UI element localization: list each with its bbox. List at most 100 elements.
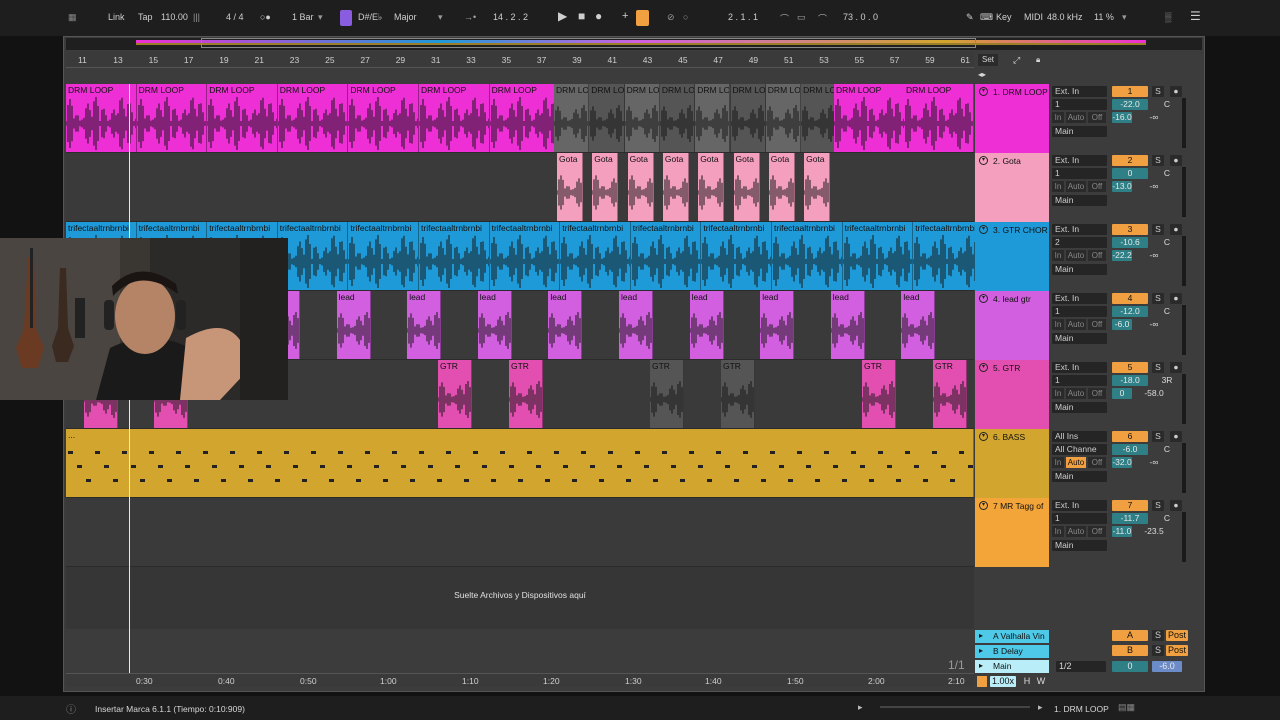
send-b-field[interactable]: -∞ bbox=[1140, 457, 1168, 468]
fold-icon[interactable]: ▾ bbox=[979, 432, 988, 441]
track-name[interactable]: 2. Gota bbox=[993, 156, 1021, 166]
audio-clip[interactable]: lead bbox=[548, 291, 583, 359]
solo-button[interactable]: S bbox=[1152, 155, 1164, 166]
audio-clip[interactable]: GTR bbox=[862, 360, 896, 428]
track-lane[interactable]: DRM LOOP DRM LOOP DRM LOOP DRM LOOP DRM LOOP… bbox=[66, 84, 974, 153]
cue-out-select[interactable]: 1/2 bbox=[1056, 661, 1106, 672]
track-name[interactable]: 3. GTR CHOR bbox=[993, 225, 1048, 235]
capture-icon[interactable]: ⊘ bbox=[667, 12, 675, 23]
audio-clip[interactable]: trifectaaltrnbrnbi bbox=[277, 222, 349, 290]
audio-clip[interactable]: GTR bbox=[721, 360, 755, 428]
monitor-in-button[interactable]: In bbox=[1052, 250, 1064, 261]
audio-clip[interactable]: DRM LOOP bbox=[348, 84, 419, 152]
input-type-select[interactable]: Ext. In bbox=[1052, 293, 1107, 304]
audio-clip[interactable]: DRM LOOP bbox=[904, 84, 974, 152]
arm-icon[interactable]: ● bbox=[1170, 155, 1182, 166]
audio-clip[interactable]: Gota bbox=[733, 153, 760, 221]
fold-icon[interactable]: ▾ bbox=[979, 294, 988, 303]
monitor-off-button[interactable]: Off bbox=[1088, 319, 1106, 330]
audio-clip[interactable]: lead bbox=[619, 291, 653, 359]
position-field[interactable]: 14 . 2 . 2 bbox=[493, 12, 528, 22]
pan-field[interactable]: C bbox=[1152, 99, 1182, 110]
punch-out-icon[interactable]: ⌒ bbox=[818, 12, 827, 25]
track-lane[interactable]: ... bbox=[66, 429, 974, 498]
zoom-field[interactable]: 1.00x bbox=[990, 676, 1016, 687]
input-type-select[interactable]: Ext. In bbox=[1052, 155, 1107, 166]
loop-length-field[interactable]: 73 . 0 . 0 bbox=[843, 12, 878, 22]
audio-clip[interactable]: DRM LOOP bbox=[66, 84, 137, 152]
audio-clip[interactable]: Gota bbox=[698, 153, 725, 221]
audio-clip[interactable]: trifectaaltrnbrnbi bbox=[348, 222, 419, 290]
volume-field[interactable]: -18.0 bbox=[1112, 375, 1148, 386]
return-track-header[interactable]: ▸ A Valhalla Vin bbox=[975, 630, 1049, 643]
monitor-auto-button[interactable]: Auto bbox=[1066, 181, 1086, 192]
solo-button[interactable]: S bbox=[1152, 86, 1164, 97]
audio-clip[interactable]: lead bbox=[336, 291, 371, 359]
track-activator-button[interactable]: 5 bbox=[1112, 362, 1148, 373]
fold-icon[interactable]: ▾ bbox=[979, 501, 988, 510]
track-activator-button[interactable]: 4 bbox=[1112, 293, 1148, 304]
audio-clip[interactable]: DRM LOOP bbox=[554, 84, 590, 152]
solo-button[interactable]: S bbox=[1152, 224, 1164, 235]
arm-icon[interactable]: ● bbox=[1170, 362, 1182, 373]
input-channel-select[interactable]: 1 bbox=[1052, 168, 1107, 179]
zoom-icon[interactable] bbox=[977, 676, 987, 687]
audio-clip[interactable]: GTR bbox=[933, 360, 967, 428]
monitor-off-button[interactable]: Off bbox=[1088, 181, 1106, 192]
master-track-header[interactable]: ▸ Main bbox=[975, 660, 1049, 673]
link-button[interactable]: Link bbox=[108, 12, 125, 22]
loop-icon[interactable]: ▭ bbox=[797, 12, 806, 23]
track-activator-button[interactable]: 2 bbox=[1112, 155, 1148, 166]
audio-clip[interactable]: DRM LOOP bbox=[589, 84, 625, 152]
volume-field[interactable]: -6.0 bbox=[1112, 444, 1148, 455]
add-icon[interactable]: + bbox=[622, 10, 628, 22]
beat-time-ruler[interactable]: 11 13 15 17 19 21 23 25 27 29 31 33 35 37 39 41 43 45 47 49… bbox=[66, 52, 974, 68]
track-name[interactable]: 4. lead gtr bbox=[993, 294, 1031, 304]
monitor-auto-button[interactable]: Auto bbox=[1066, 526, 1086, 537]
audio-clip[interactable]: ... bbox=[66, 429, 974, 497]
audio-clip[interactable]: DRM LOOP bbox=[207, 84, 278, 152]
track-name[interactable]: 6. BASS bbox=[993, 432, 1025, 442]
audio-clip[interactable]: Gota bbox=[627, 153, 654, 221]
key-root-select[interactable]: D#/E♭ bbox=[358, 12, 382, 23]
lock-icon[interactable]: 🔒︎ bbox=[1036, 55, 1040, 65]
audio-clip[interactable]: Gota bbox=[804, 153, 831, 221]
audio-clip[interactable]: Gota bbox=[662, 153, 689, 221]
stop-icon[interactable]: ■ bbox=[578, 9, 585, 23]
track-lane[interactable] bbox=[66, 498, 974, 567]
monitor-in-button[interactable]: In bbox=[1052, 181, 1064, 192]
audio-clip[interactable]: DRM LOOP bbox=[489, 84, 561, 152]
quantize-select[interactable]: 1 Bar bbox=[292, 12, 314, 22]
input-channel-select[interactable]: 1 bbox=[1052, 99, 1107, 110]
audio-clip[interactable]: DRM LOOP bbox=[624, 84, 660, 152]
audio-clip[interactable]: lead bbox=[477, 291, 512, 359]
scale-select[interactable]: Major bbox=[394, 12, 417, 22]
audio-clip[interactable]: trifectaaltrnbrnbi bbox=[701, 222, 772, 290]
drop-zone[interactable]: Suelte Archivos y Dispositivos aquí bbox=[66, 568, 974, 628]
monitor-auto-button[interactable]: Auto bbox=[1066, 250, 1086, 261]
monitor-off-button[interactable]: Off bbox=[1088, 388, 1106, 399]
monitor-in-button[interactable]: In bbox=[1052, 457, 1064, 468]
track-header[interactable]: ▾ 3. GTR CHOR bbox=[975, 222, 1049, 291]
arm-icon[interactable]: ● bbox=[1170, 431, 1182, 442]
track-activator-button[interactable]: 3 bbox=[1112, 224, 1148, 235]
send-b-field[interactable]: -58.0 bbox=[1140, 388, 1168, 399]
volume-field[interactable]: -11.7 bbox=[1112, 513, 1148, 524]
input-type-select[interactable]: Ext. In bbox=[1052, 224, 1107, 235]
audio-clip[interactable]: DRM LOOP bbox=[659, 84, 696, 152]
follow-icon[interactable]: →• bbox=[464, 12, 476, 22]
post-button[interactable]: Post bbox=[1166, 645, 1188, 656]
automation-arm-icon[interactable] bbox=[636, 10, 649, 26]
master-name[interactable]: Main bbox=[993, 661, 1011, 671]
return-track-header[interactable]: ▸ B Delay bbox=[975, 645, 1049, 658]
solo-button[interactable]: S bbox=[1152, 645, 1164, 656]
track-lane[interactable]: Gota Gota Gota Gota Gota Gota Gota Gota bbox=[66, 153, 974, 222]
audio-clip[interactable]: Gota bbox=[557, 153, 583, 221]
track-header[interactable]: ▾ 5. GTR bbox=[975, 360, 1049, 429]
loop-start-field[interactable]: 2 . 1 . 1 bbox=[728, 12, 758, 22]
output-select[interactable]: Main bbox=[1052, 195, 1107, 206]
monitor-in-button[interactable]: In bbox=[1052, 388, 1064, 399]
master-volume-field[interactable]: 0 bbox=[1112, 661, 1148, 672]
input-channel-select[interactable]: 1 bbox=[1052, 306, 1107, 317]
audio-clip[interactable]: DRM LOOP bbox=[277, 84, 349, 152]
